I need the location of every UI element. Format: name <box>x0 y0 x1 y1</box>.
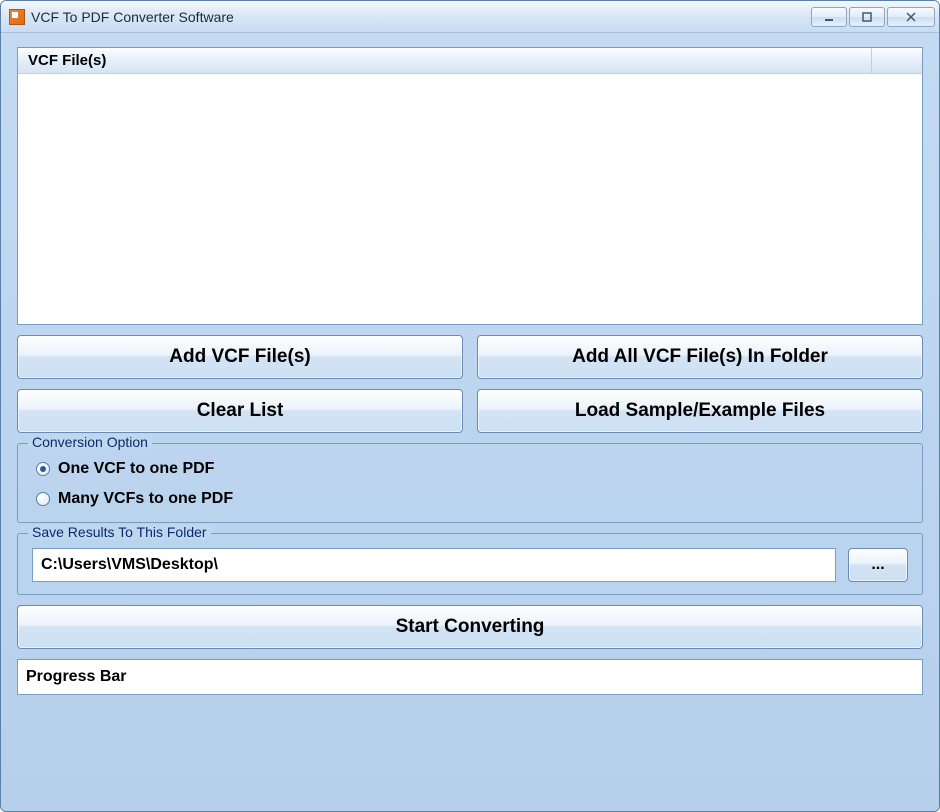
window-controls <box>811 7 935 27</box>
radio-label: Many VCFs to one PDF <box>58 490 233 508</box>
window-title: VCF To PDF Converter Software <box>31 9 811 25</box>
close-button[interactable] <box>887 7 935 27</box>
client-area: VCF File(s) Add VCF File(s) Add All VCF … <box>1 33 939 811</box>
start-converting-button[interactable]: Start Converting <box>17 605 923 649</box>
radio-label: One VCF to one PDF <box>58 460 214 478</box>
save-folder-group: Save Results To This Folder ... <box>17 533 923 595</box>
maximize-button[interactable] <box>849 7 885 27</box>
file-list-column[interactable]: VCF File(s) <box>18 48 872 73</box>
add-all-in-folder-button[interactable]: Add All VCF File(s) In Folder <box>477 335 923 379</box>
conversion-option-group: Conversion Option One VCF to one PDF Man… <box>17 443 923 523</box>
app-window: VCF To PDF Converter Software VCF File(s… <box>0 0 940 812</box>
file-list-header-spacer <box>872 48 922 73</box>
load-sample-button[interactable]: Load Sample/Example Files <box>477 389 923 433</box>
titlebar[interactable]: VCF To PDF Converter Software <box>1 1 939 33</box>
minimize-button[interactable] <box>811 7 847 27</box>
radio-indicator-icon <box>36 462 50 476</box>
browse-folder-button[interactable]: ... <box>848 548 908 582</box>
save-folder-input[interactable] <box>32 548 836 582</box>
save-folder-row: ... <box>32 542 908 582</box>
conversion-option-legend: Conversion Option <box>28 434 152 450</box>
progress-label: Progress Bar <box>26 668 127 686</box>
app-icon <box>9 9 25 25</box>
radio-many-to-one[interactable]: Many VCFs to one PDF <box>36 490 904 508</box>
radio-indicator-icon <box>36 492 50 506</box>
add-vcf-files-button[interactable]: Add VCF File(s) <box>17 335 463 379</box>
action-button-grid: Add VCF File(s) Add All VCF File(s) In F… <box>17 335 923 433</box>
progress-bar: Progress Bar <box>17 659 923 695</box>
clear-list-button[interactable]: Clear List <box>17 389 463 433</box>
file-list-header[interactable]: VCF File(s) <box>18 48 922 74</box>
save-folder-legend: Save Results To This Folder <box>28 524 211 540</box>
file-list[interactable]: VCF File(s) <box>17 47 923 325</box>
conversion-radio-group: One VCF to one PDF Many VCFs to one PDF <box>32 452 908 510</box>
file-list-body[interactable] <box>18 74 922 324</box>
radio-one-to-one[interactable]: One VCF to one PDF <box>36 460 904 478</box>
